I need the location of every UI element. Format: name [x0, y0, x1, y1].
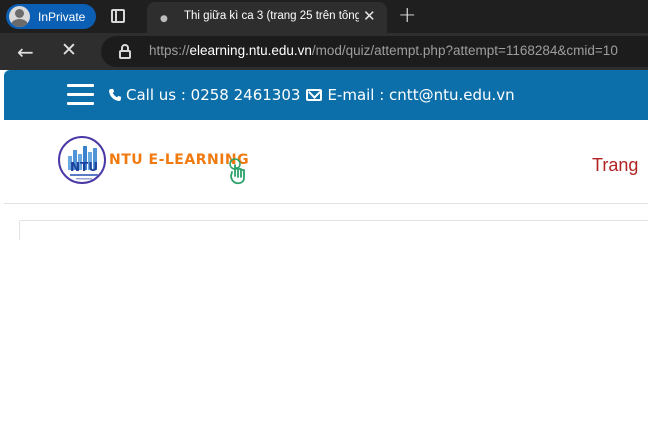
- contact-phone: Call us : 0258 2461303: [126, 86, 301, 104]
- loading-spinner-icon: ●: [160, 14, 168, 24]
- url-text[interactable]: https://elearning.ntu.edu.vn/mod/quiz/at…: [149, 43, 618, 58]
- url-protocol: https://: [149, 43, 190, 58]
- contact-info: Call us : 0258 2461303 E-mail : cntt@ntu…: [108, 86, 515, 104]
- profile-avatar-icon: [9, 6, 30, 27]
- pointing-hand-icon: [229, 158, 245, 185]
- url-host: elearning.ntu.edu.vn: [189, 43, 312, 58]
- inprivate-profile-button[interactable]: InPrivate: [6, 4, 96, 29]
- contact-email: E-mail : cntt@ntu.edu.vn: [327, 86, 515, 104]
- content-card: [19, 220, 648, 240]
- browser-toolbar: ← ✕ https://elearning.ntu.edu.vn/mod/qui…: [0, 33, 648, 70]
- logo-seal-graphic: NTU: [68, 146, 98, 180]
- mail-icon: [306, 89, 323, 101]
- url-path: /mod/quiz/attempt.php?attempt=1168284&cm…: [311, 43, 618, 58]
- tab-title: Thi giữa kì ca 3 (trang 25 trên tổng: [184, 10, 359, 22]
- address-bar[interactable]: https://elearning.ntu.edu.vn/mod/quiz/at…: [101, 36, 648, 67]
- phone-icon: [109, 88, 122, 101]
- new-tab-icon[interactable]: +: [398, 3, 416, 28]
- contact-topbar: Call us : 0258 2461303 E-mail : cntt@ntu…: [4, 70, 648, 120]
- lock-icon[interactable]: [118, 44, 132, 59]
- hamburger-menu-icon[interactable]: [67, 84, 94, 105]
- tab-close-icon[interactable]: ✕: [363, 7, 376, 25]
- tab-actions-menu-icon[interactable]: [108, 7, 128, 25]
- back-arrow-icon[interactable]: ←: [17, 40, 34, 64]
- ntu-logo-seal[interactable]: NTU: [58, 136, 106, 184]
- browser-tab-strip: InPrivate ● Thi giữa kì ca 3 (trang 25 t…: [0, 0, 648, 33]
- stop-loading-icon[interactable]: ✕: [61, 39, 77, 61]
- logo-seal-text: NTU: [70, 160, 98, 174]
- browser-tab-active[interactable]: ● Thi giữa kì ca 3 (trang 25 trên tổng ✕: [147, 2, 387, 33]
- web-page: Call us : 0258 2461303 E-mail : cntt@ntu…: [4, 70, 648, 240]
- site-header: NTU NTU E-LEARNING Trang: [4, 120, 648, 204]
- nav-home-link[interactable]: Trang: [592, 155, 638, 176]
- inprivate-label: InPrivate: [38, 9, 86, 24]
